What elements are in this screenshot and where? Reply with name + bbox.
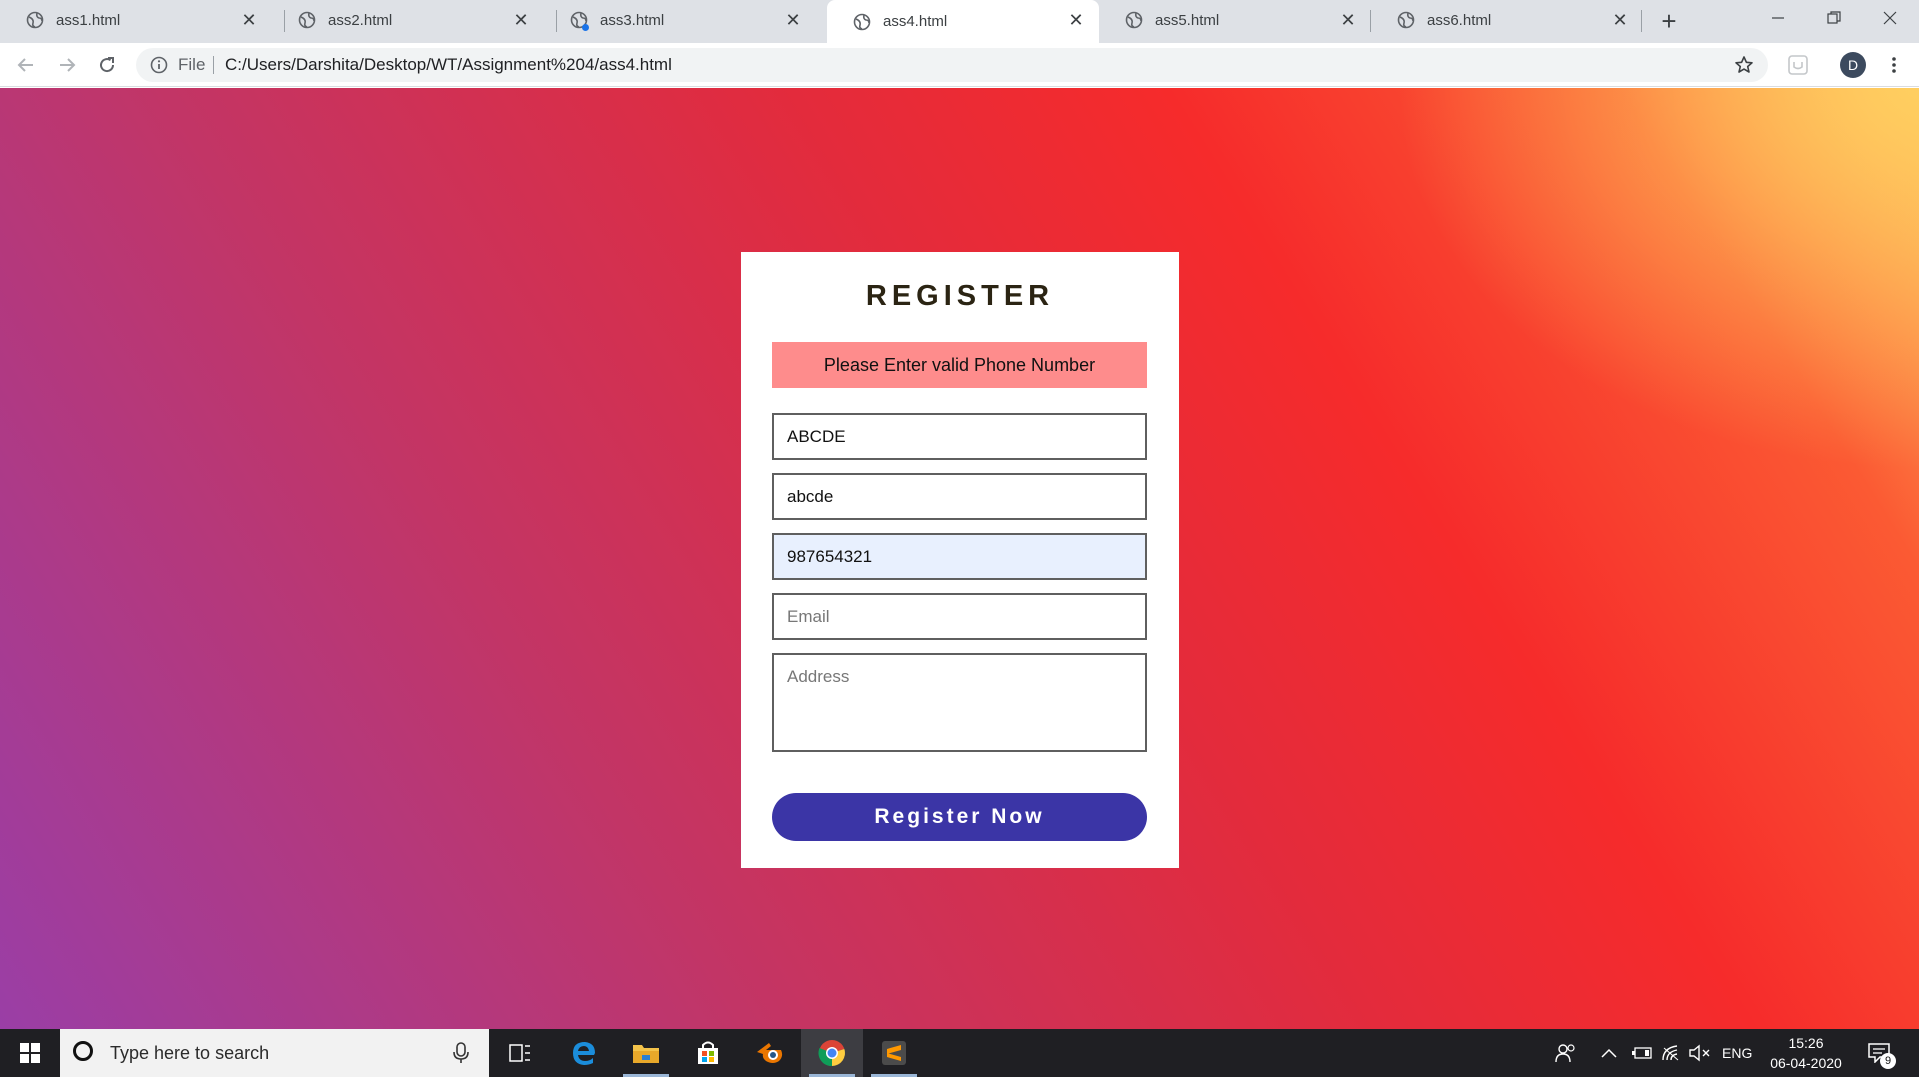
more-menu-icon[interactable]: [1884, 55, 1904, 75]
tab-close-icon[interactable]: ✕: [240, 11, 258, 29]
file-explorer-icon: [633, 1045, 659, 1063]
start-button[interactable]: [0, 1029, 60, 1077]
taskbar-app-chrome[interactable]: [801, 1029, 863, 1077]
taskbar-app-blender[interactable]: [739, 1029, 801, 1077]
tab-close-icon[interactable]: ✕: [512, 11, 530, 29]
sublime-text-icon: [882, 1041, 906, 1065]
microphone-icon[interactable]: [452, 1042, 470, 1064]
people-icon: [1555, 1044, 1575, 1063]
windows-taskbar: Type here to search ENG 15:26 06-04-2020: [0, 1029, 1919, 1077]
arrow-right-icon: [60, 58, 76, 72]
blender-icon: [757, 1043, 783, 1063]
restore-button[interactable]: [1806, 0, 1862, 36]
task-view-button[interactable]: [489, 1029, 551, 1077]
name-input[interactable]: [772, 413, 1147, 460]
arrow-left-icon: [17, 58, 33, 72]
plus-icon: +: [1661, 6, 1677, 36]
battery-indicator[interactable]: [1631, 1029, 1653, 1077]
address-textarea[interactable]: [772, 653, 1147, 752]
browser-tab[interactable]: ass2.html ✕: [272, 0, 544, 40]
globe-icon: [853, 13, 871, 31]
register-card: REGISTER Please Enter valid Phone Number…: [741, 252, 1179, 868]
clock-date: 06-04-2020: [1770, 1055, 1842, 1071]
browser-tab[interactable]: ass3.html ✕: [544, 0, 816, 40]
tab-close-icon[interactable]: ✕: [1339, 11, 1357, 29]
tab-title: ass3.html: [600, 11, 665, 29]
back-button[interactable]: [12, 51, 40, 79]
tab-title: ass2.html: [328, 11, 393, 29]
store-icon: [698, 1041, 718, 1064]
extension-icon[interactable]: [1787, 54, 1809, 76]
tab-close-icon[interactable]: ✕: [784, 11, 802, 29]
loading-dot-icon: [582, 24, 589, 31]
globe-icon: [298, 11, 316, 29]
globe-icon: [1397, 11, 1415, 29]
forward-button[interactable]: [53, 51, 81, 79]
tab-close-icon[interactable]: ✕: [1067, 11, 1085, 29]
page-viewport: REGISTER Please Enter valid Phone Number…: [0, 88, 1919, 1029]
browser-tab[interactable]: ass6.html ✕: [1371, 0, 1643, 40]
chevron-up-icon: [1601, 1048, 1617, 1058]
new-tab-button[interactable]: +: [1654, 6, 1684, 36]
globe-icon: [26, 11, 44, 29]
battery-icon: [1632, 1047, 1652, 1059]
reload-button[interactable]: [93, 51, 121, 79]
taskbar-clock[interactable]: 15:26 06-04-2020: [1764, 1033, 1848, 1073]
globe-icon: [570, 11, 589, 31]
address-divider: [213, 56, 214, 74]
task-view-icon: [509, 1044, 530, 1062]
browser-tab[interactable]: ass1.html ✕: [0, 0, 272, 40]
password-input[interactable]: [772, 473, 1147, 520]
taskbar-app-store[interactable]: [677, 1029, 739, 1077]
info-icon[interactable]: [150, 56, 168, 74]
taskbar-app-explorer[interactable]: [615, 1029, 677, 1077]
page-title: REGISTER: [865, 280, 1055, 312]
network-indicator[interactable]: [1661, 1029, 1681, 1077]
address-bar[interactable]: File C:/Users/Darshita/Desktop/WT/Assign…: [136, 48, 1768, 82]
close-window-button[interactable]: [1862, 0, 1918, 36]
email-input[interactable]: [772, 593, 1147, 640]
url-text[interactable]: C:/Users/Darshita/Desktop/WT/Assignment%…: [225, 55, 672, 75]
globe-icon: [1125, 11, 1143, 29]
windows-logo-icon: [20, 1043, 40, 1063]
star-bookmark-icon[interactable]: [1734, 55, 1754, 75]
minimize-icon: [1772, 17, 1784, 19]
edge-icon: [573, 1042, 595, 1065]
error-alert: Please Enter valid Phone Number: [772, 342, 1147, 388]
volume-muted-icon: [1689, 1044, 1710, 1062]
taskbar-search-box[interactable]: Type here to search: [60, 1029, 489, 1077]
phone-input[interactable]: [772, 533, 1147, 580]
search-placeholder: Type here to search: [110, 1043, 270, 1063]
taskbar-app-edge[interactable]: [553, 1029, 615, 1077]
show-hidden-icons-button[interactable]: [1601, 1029, 1617, 1077]
language-indicator[interactable]: ENG: [1722, 1029, 1752, 1077]
notification-count-badge: 9: [1880, 1053, 1896, 1069]
close-icon: [1883, 11, 1897, 25]
cortana-icon: [73, 1041, 93, 1061]
register-now-button[interactable]: Register Now: [772, 793, 1147, 841]
browser-tab-strip: ass1.html ✕ ass2.html ✕ ass3.html ✕ ass4…: [0, 0, 1919, 43]
tab-title: ass1.html: [56, 11, 121, 29]
volume-indicator[interactable]: [1689, 1029, 1711, 1077]
browser-toolbar: File C:/Users/Darshita/Desktop/WT/Assign…: [0, 43, 1919, 87]
people-button[interactable]: [1555, 1029, 1577, 1077]
taskbar-app-sublime[interactable]: [863, 1029, 925, 1077]
tab-divider: [1641, 10, 1642, 32]
reload-icon: [100, 57, 115, 73]
clock-time: 15:26: [1788, 1035, 1824, 1051]
tab-title: ass4.html: [883, 13, 948, 30]
minimize-button[interactable]: [1750, 0, 1806, 36]
browser-tab[interactable]: ass5.html ✕: [1099, 0, 1371, 40]
tab-title: ass6.html: [1427, 11, 1492, 29]
wifi-icon: [1662, 1045, 1679, 1061]
tab-close-icon[interactable]: ✕: [1611, 11, 1629, 29]
tab-title: ass5.html: [1155, 11, 1220, 29]
scheme-label: File: [178, 55, 206, 74]
profile-avatar[interactable]: D: [1840, 52, 1866, 78]
browser-tab-active[interactable]: ass4.html ✕: [827, 0, 1099, 43]
chrome-icon: [818, 1040, 845, 1067]
restore-icon: [1827, 11, 1841, 24]
